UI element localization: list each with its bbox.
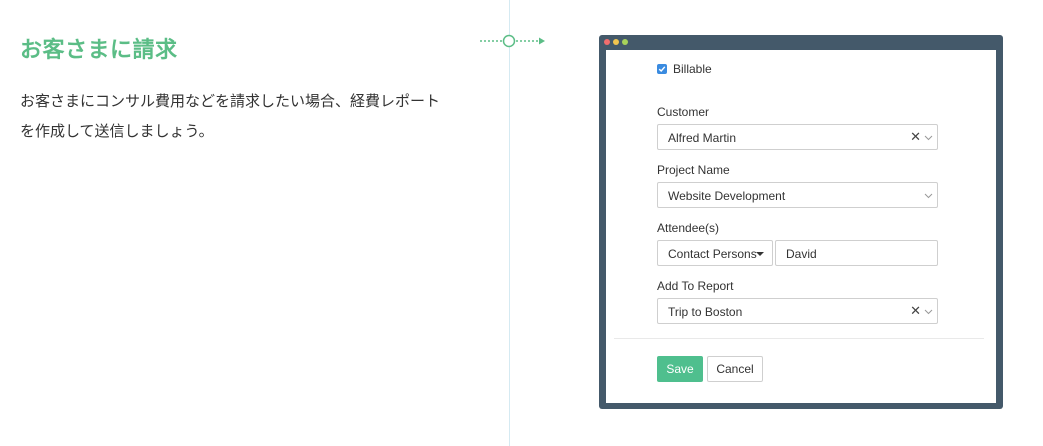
billable-label: Billable — [673, 62, 712, 76]
attendee-type-value: Contact Persons — [668, 247, 757, 261]
window-minimize-dot[interactable] — [613, 39, 619, 45]
clear-icon[interactable]: ✕ — [910, 129, 921, 145]
clear-icon[interactable]: ✕ — [910, 303, 921, 319]
timeline-line — [509, 0, 510, 446]
window-maximize-dot[interactable] — [622, 39, 628, 45]
cancel-button[interactable]: Cancel — [707, 356, 763, 382]
window-controls — [604, 39, 628, 45]
customer-value: Alfred Martin — [668, 131, 737, 145]
intro-description: お客さまにコンサル費用などを請求したい場合、経費レポートを作成して送信しましょう… — [20, 92, 441, 140]
report-select[interactable]: Trip to Boston ✕ — [657, 298, 938, 324]
attendee-name-input[interactable]: David — [775, 240, 938, 266]
report-value: Trip to Boston — [668, 305, 743, 319]
save-button[interactable]: Save — [657, 356, 703, 382]
attendee-type-dropdown[interactable]: Contact Persons — [657, 240, 773, 266]
customer-label: Customer — [657, 105, 710, 119]
project-value: Website Development — [668, 189, 786, 203]
checkmark-icon — [658, 66, 666, 73]
timeline-connector-icon — [480, 34, 545, 48]
app-window: Billable Customer Alfred Martin ✕ Projec… — [599, 35, 1003, 409]
project-select[interactable]: Website Development — [657, 182, 938, 208]
attendees-label: Attendee(s) — [657, 221, 720, 235]
report-label: Add To Report — [657, 279, 734, 293]
attendee-name-value: David — [786, 247, 817, 261]
form-divider — [614, 338, 984, 339]
billable-row: Billable — [657, 62, 712, 76]
intro-section: お客さまに請求 お客さまにコンサル費用などを請求したい場合、経費レポートを作成し… — [20, 36, 450, 146]
chevron-down-icon[interactable] — [924, 133, 933, 142]
billable-checkbox[interactable] — [657, 64, 667, 74]
page-title: お客さまに請求 — [20, 38, 178, 63]
customer-select[interactable]: Alfred Martin ✕ — [657, 124, 938, 150]
caret-down-icon — [756, 252, 764, 256]
chevron-down-icon[interactable] — [924, 307, 933, 316]
project-label: Project Name — [657, 163, 730, 177]
chevron-down-icon[interactable] — [924, 191, 933, 200]
window-close-dot[interactable] — [604, 39, 610, 45]
expense-form-panel: Billable Customer Alfred Martin ✕ Projec… — [606, 50, 996, 403]
